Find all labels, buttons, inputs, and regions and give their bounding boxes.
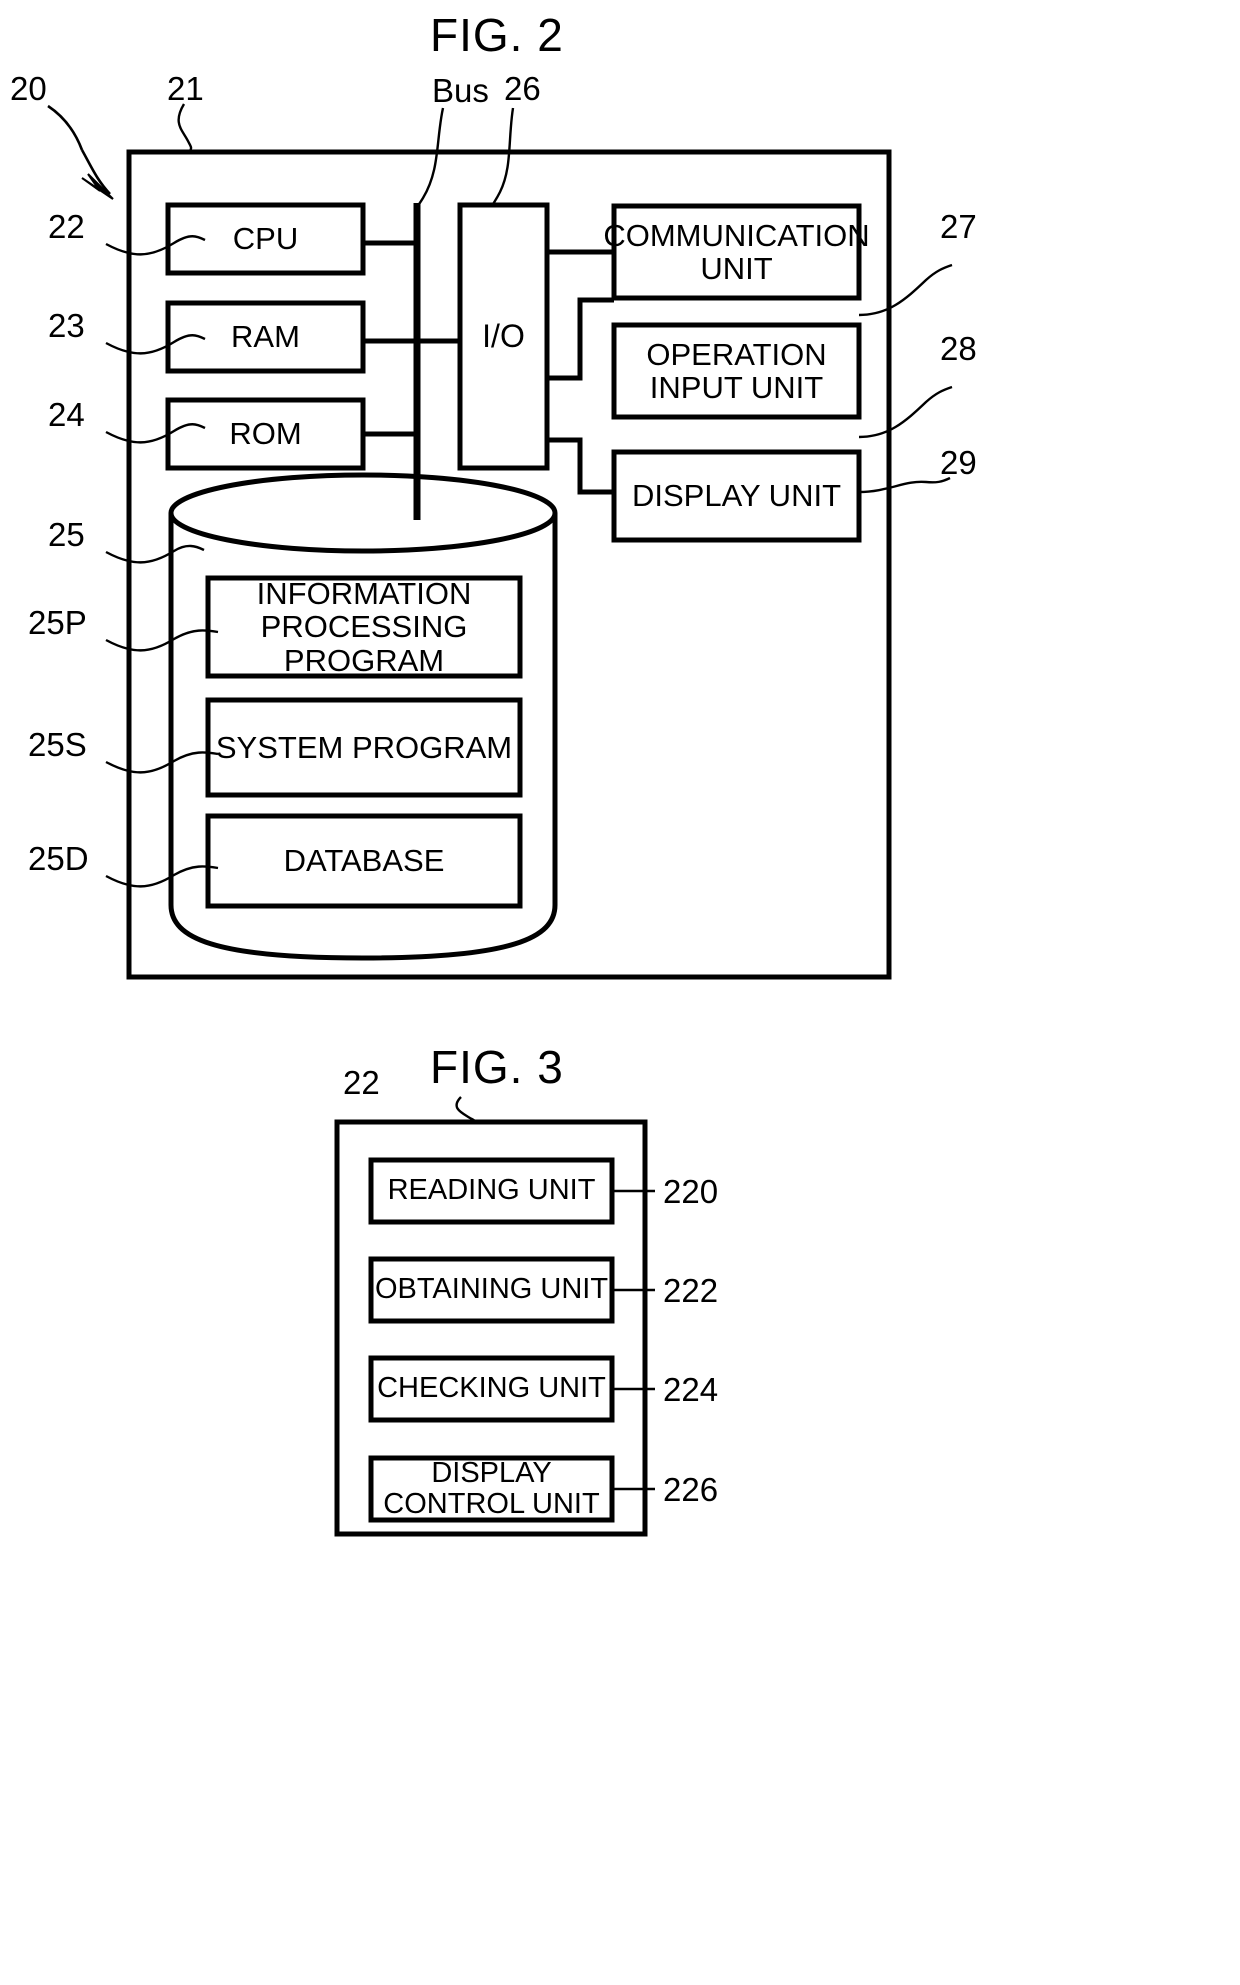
ref-25-leader — [105, 544, 205, 564]
ref-25d-label: 25D — [28, 840, 89, 877]
fig3-title: FIG. 3 — [430, 1041, 564, 1093]
ref-224-label: 224 — [663, 1371, 719, 1408]
rom-label: ROM — [229, 416, 302, 452]
ref-22-leader — [105, 235, 206, 256]
cpu-label: CPU — [232, 221, 299, 257]
patent-figure-sheet: FIG. 2 20 21 Bus 26 22 23 24 25 25P 25S … — [0, 0, 1240, 1985]
ref-220-label: 220 — [663, 1173, 719, 1210]
fig3-ref-22-label: 22 — [343, 1064, 380, 1101]
ref-26-label: 26 — [504, 70, 541, 107]
operation-input-unit-label: OPERATION INPUT UNIT — [646, 336, 827, 405]
display-unit-box — [611, 449, 862, 543]
ref-20-arrow-leader — [47, 104, 84, 151]
ref-23-label: 23 — [48, 307, 85, 344]
ref-27-label: 27 — [940, 208, 977, 245]
ref-25p-leader — [105, 629, 219, 652]
fig2-title: FIG. 2 — [430, 9, 564, 61]
checking-unit-label: CHECKING UNIT — [377, 1372, 606, 1405]
ref-27-leader — [858, 263, 953, 317]
ref-25d-leader — [105, 865, 219, 888]
ref-26-leader — [490, 107, 515, 207]
io-to-operation-link — [547, 297, 614, 381]
ref-20-label: 20 — [10, 70, 47, 107]
database-box — [205, 813, 523, 909]
ref-28-leader — [858, 385, 953, 439]
io-to-display-link — [547, 437, 614, 495]
checking-unit-box — [368, 1355, 615, 1423]
fig2-outer-frame — [126, 149, 892, 980]
ref-24-leader — [105, 423, 206, 444]
ref-25p-label: 25P — [28, 604, 87, 641]
information-processing-program-label: INFORMATION PROCESSING PROGRAM — [256, 575, 472, 678]
bus-label-leader — [415, 107, 445, 209]
ref-22-label: 22 — [48, 208, 85, 245]
ref-21-leader — [177, 103, 193, 154]
reading-unit-box — [368, 1157, 615, 1225]
system-program-label: SYSTEM PROGRAM — [215, 729, 513, 765]
io-box — [457, 202, 550, 471]
ref-23-leader — [105, 334, 206, 355]
cpu-box — [165, 202, 366, 276]
ram-box — [165, 300, 366, 374]
display-unit-label: DISPLAY UNIT — [631, 478, 842, 514]
communication-unit-box — [611, 203, 862, 301]
ref-28-label: 28 — [940, 330, 977, 367]
storage-cylinder-body — [168, 513, 558, 961]
ref-21-label: 21 — [167, 70, 204, 107]
ref-25-label: 25 — [48, 516, 85, 553]
bus-label: Bus — [432, 72, 489, 109]
rom-box — [165, 397, 366, 471]
figure-linework — [47, 103, 953, 1537]
ref-25s-leader — [105, 751, 219, 774]
io-label: I/O — [482, 318, 525, 355]
storage-cylinder-top — [168, 472, 558, 554]
system-program-box — [205, 697, 523, 798]
ref-222-label: 222 — [663, 1272, 719, 1309]
communication-unit-label: COMMUNICATION UNIT — [603, 217, 870, 286]
reading-unit-label: READING UNIT — [387, 1174, 596, 1207]
fig3-outer-frame — [334, 1119, 648, 1537]
ram-label: RAM — [231, 319, 300, 355]
obtaining-unit-box — [368, 1256, 615, 1324]
display-control-unit-box — [368, 1455, 615, 1523]
ref-25s-label: 25S — [28, 726, 87, 763]
fig3-ref-22-leader — [455, 1096, 477, 1125]
operation-input-unit-box — [611, 322, 862, 420]
obtaining-unit-label: OBTAINING UNIT — [374, 1273, 609, 1306]
ref-29-label: 29 — [940, 444, 977, 481]
ref-226-label: 226 — [663, 1471, 719, 1508]
ref-20-arrowhead — [81, 173, 114, 200]
database-label: DATABASE — [283, 843, 445, 879]
ref-29-leader — [858, 476, 951, 494]
display-control-unit-label: DISPLAY CONTROL UNIT — [383, 1456, 600, 1520]
ref-24-label: 24 — [48, 396, 85, 433]
ref-20-arrow-curve — [80, 149, 111, 195]
information-processing-program-box — [205, 575, 523, 679]
